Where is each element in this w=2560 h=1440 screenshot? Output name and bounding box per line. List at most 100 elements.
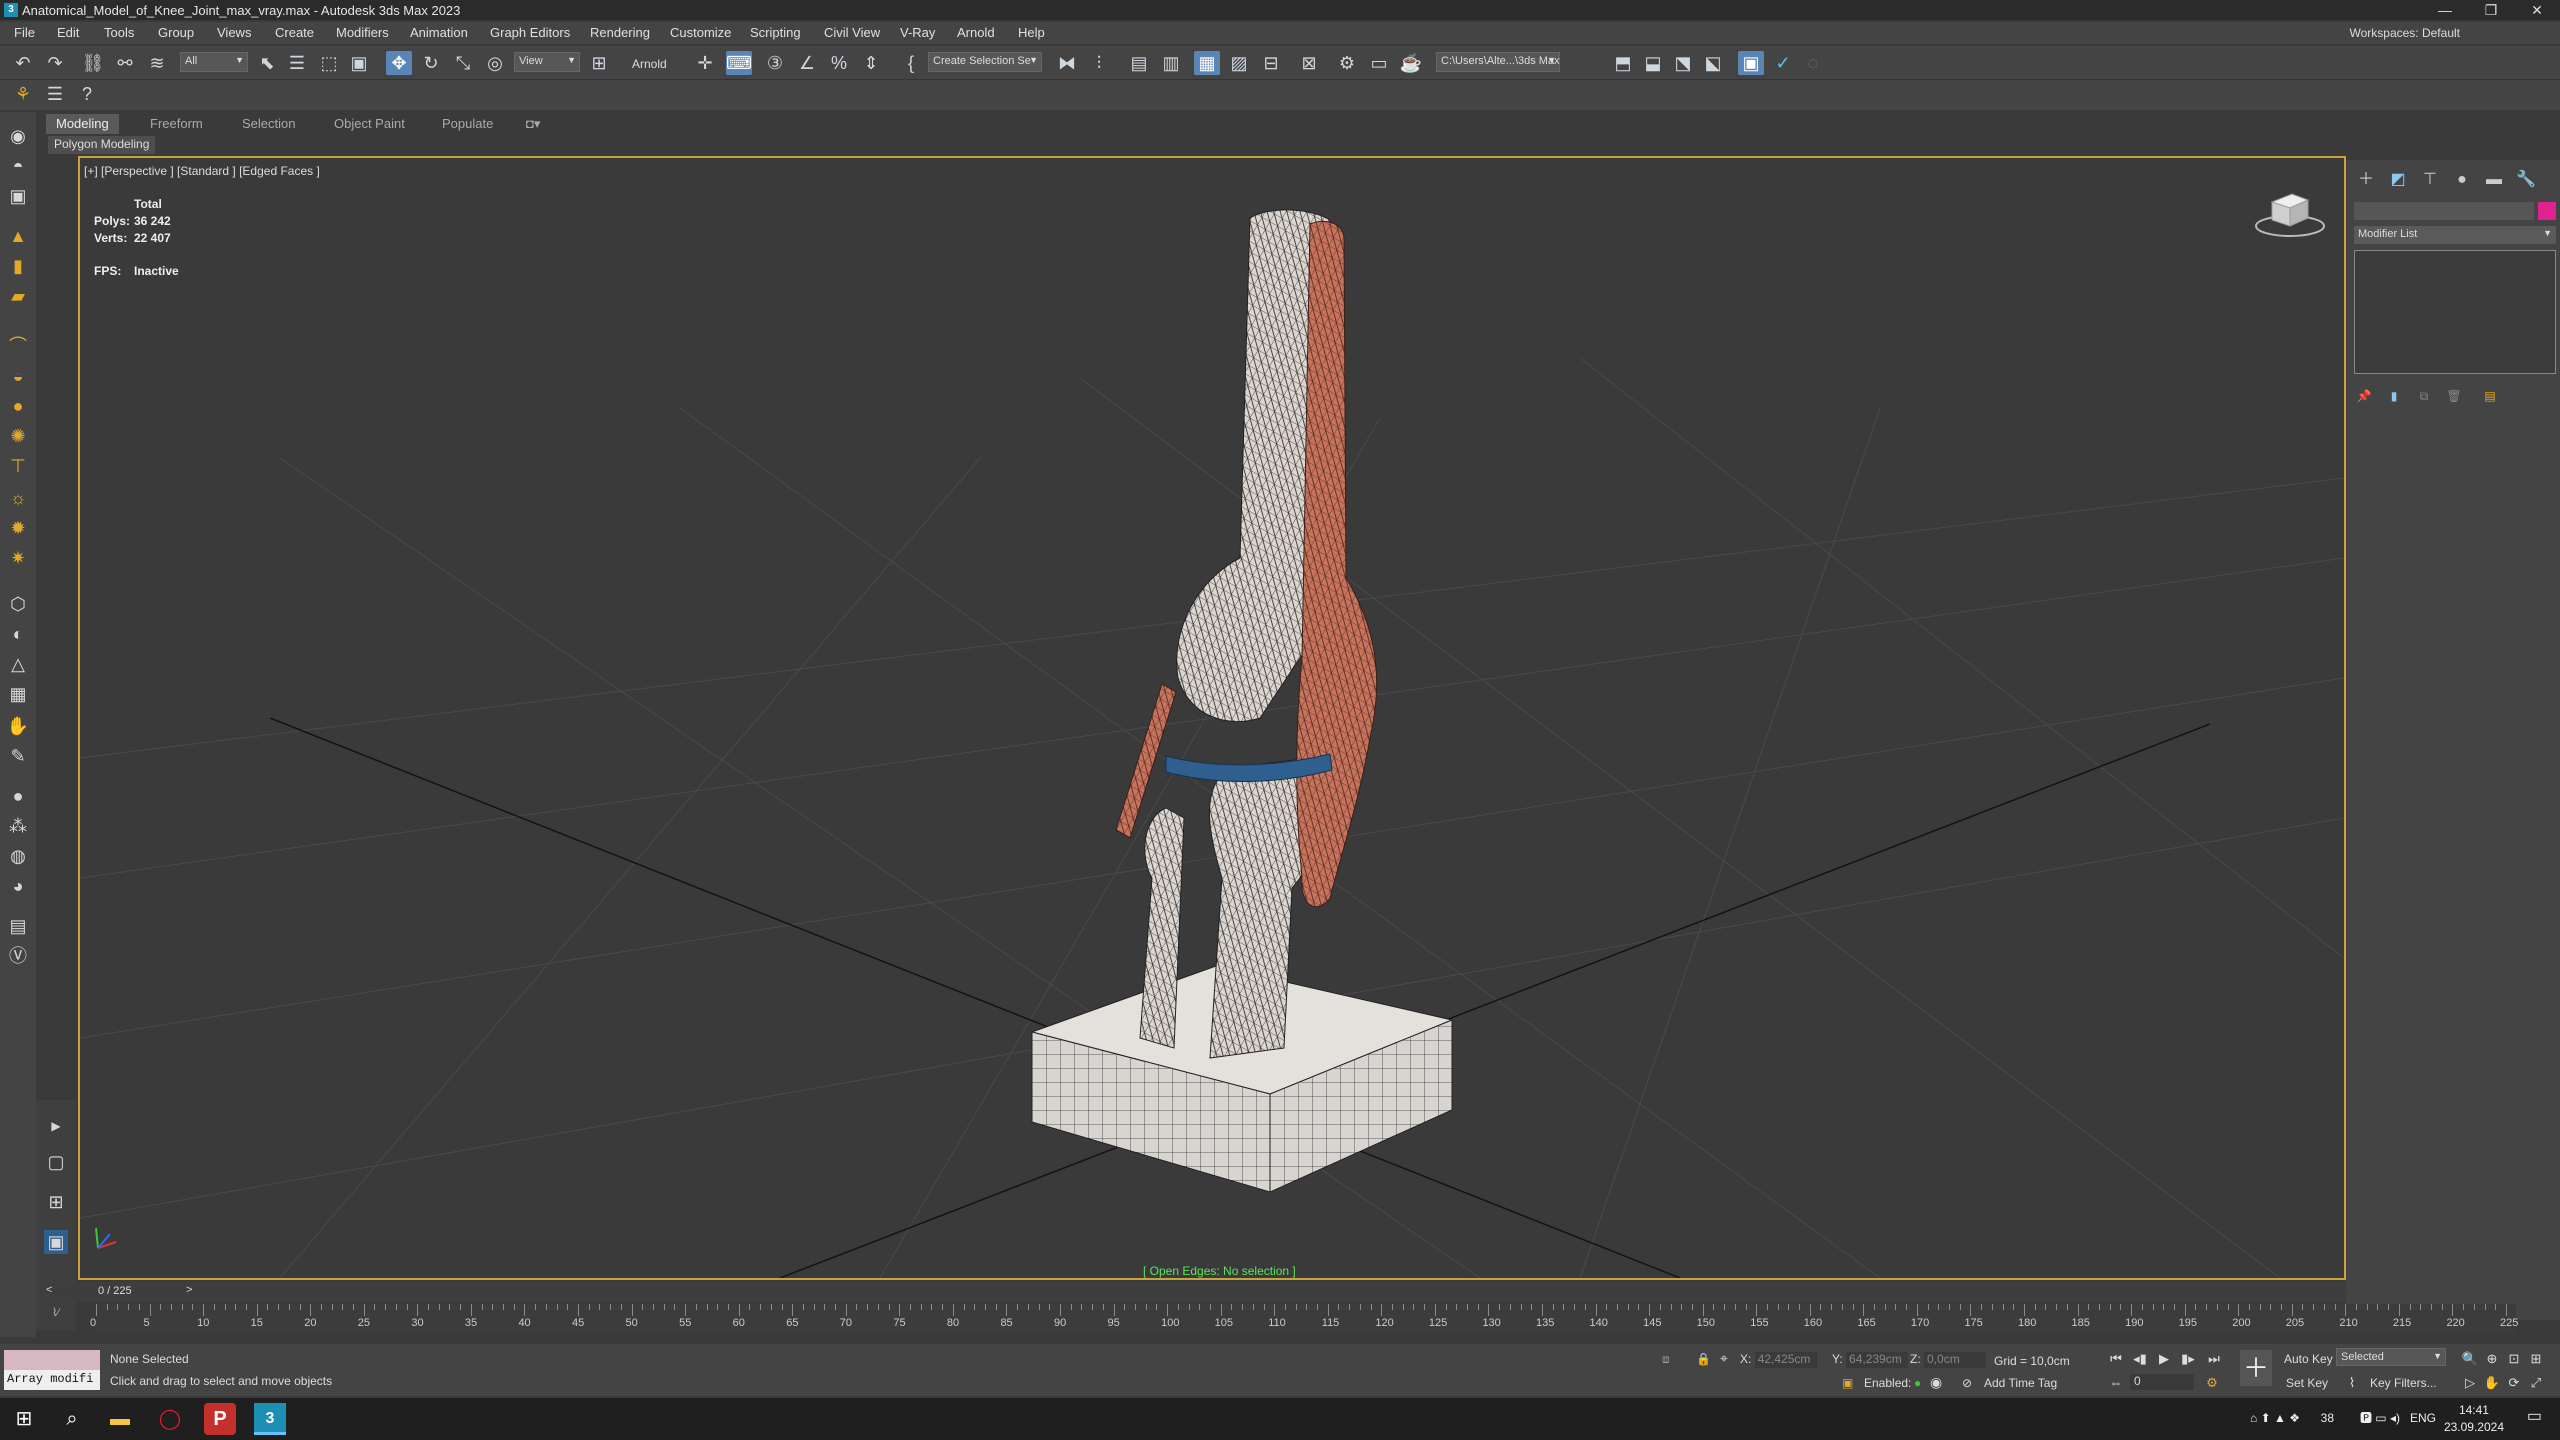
key-filters-icon[interactable]: ⌇ [2342, 1374, 2362, 1392]
opera-icon[interactable]: ◯ [150, 1403, 190, 1435]
vray-logo-icon[interactable]: Ⓥ [6, 944, 30, 968]
tab-object-paint[interactable]: Object Paint [324, 114, 415, 134]
menu-scripting[interactable]: Scripting [750, 25, 801, 40]
sky-icon[interactable]: ✷ [6, 546, 30, 570]
layout-quad-icon[interactable]: ⊞ [44, 1190, 68, 1214]
tab-freeform[interactable]: Freeform [140, 114, 213, 134]
track-bar[interactable]: 0 5 10 15 20 25 30 35 40 45 50 55 60 65 70 75 80 85 90 95 10… [90, 1304, 2518, 1334]
fov-icon[interactable]: ▷ [2460, 1374, 2480, 1392]
material-sphere-icon[interactable]: ● [6, 784, 30, 808]
orbit-icon[interactable]: ⟳ [2504, 1374, 2524, 1392]
menu-group[interactable]: Group [158, 25, 194, 40]
add-time-tag[interactable]: Add Time Tag [1984, 1376, 2057, 1390]
unlink-icon[interactable]: ⚯ [112, 51, 138, 75]
zoom-icon[interactable]: 🔍 [2460, 1350, 2480, 1368]
mirror-icon[interactable]: ⧓ [1054, 51, 1080, 75]
bind-space-warp-icon[interactable]: ≋ [144, 51, 170, 75]
vray-frame-buffer-icon[interactable]: ▣ [1738, 51, 1764, 75]
keyboard-shortcut-toggle-icon[interactable]: ⌨ [726, 51, 752, 75]
spotlight-icon[interactable]: ⊤ [6, 454, 30, 478]
clock[interactable]: 14:41 23.09.2024 [2444, 1402, 2504, 1436]
menu-icon[interactable]: ☰ [42, 82, 68, 106]
save-file-icon[interactable]: ⬓ [1640, 51, 1666, 75]
make-unique-icon[interactable]: ⧉ [2412, 384, 2436, 408]
select-rotate-icon[interactable]: ↻ [418, 51, 444, 75]
camera-icon[interactable]: ▰ [6, 284, 30, 308]
menu-civil-view[interactable]: Civil View [824, 25, 880, 40]
rect-selection-icon[interactable]: ⬚ [316, 51, 342, 75]
motion-tab-icon[interactable]: ● [2450, 168, 2474, 192]
omni-light-icon[interactable]: ☼ [6, 486, 30, 510]
render-env-icon[interactable]: ◕ [6, 874, 30, 898]
menu-tools[interactable]: Tools [104, 25, 134, 40]
select-by-name-icon[interactable]: ☰ [284, 51, 310, 75]
tape-icon[interactable]: △ [6, 652, 30, 676]
notification-icon[interactable]: ▭ [2527, 1408, 2542, 1425]
menu-graph-editors[interactable]: Graph Editors [490, 25, 570, 40]
align-icon[interactable]: ⫶ [1086, 51, 1112, 75]
link-icon[interactable]: ⛓ [80, 51, 106, 75]
tray-status-icons[interactable]: 🅿 ▭ ◂) [2360, 1410, 2400, 1427]
object-color-swatch[interactable] [2538, 202, 2556, 220]
toggle-ribbon-icon[interactable]: ▦ [1194, 51, 1220, 75]
previous-frame-icon[interactable]: ◂▮ [2130, 1350, 2150, 1368]
modify-tab-icon[interactable]: ◩ [2386, 168, 2410, 192]
ribbon-options-icon[interactable]: ◘▾ [516, 114, 550, 134]
render-setup-icon[interactable]: ⚙ [1334, 51, 1360, 75]
disc-icon[interactable]: ● [6, 394, 30, 418]
cone-icon[interactable]: ▲ [6, 224, 30, 248]
menu-edit[interactable]: Edit [57, 25, 79, 40]
next-frame-arrow-icon[interactable]: > [186, 1284, 192, 1296]
import-icon[interactable]: ⬔ [1670, 51, 1696, 75]
zoom-all-icon[interactable]: ⊕ [2482, 1350, 2502, 1368]
current-frame-field[interactable]: 0 [2130, 1374, 2194, 1390]
next-frame-icon[interactable]: ▮▸ [2178, 1350, 2198, 1368]
y-field[interactable]: 64,239cm [1846, 1352, 1909, 1368]
close-button[interactable]: ✕ [2514, 0, 2560, 20]
modifier-list-dropdown[interactable]: Modifier List ▼ [2354, 226, 2556, 244]
menu-customize[interactable]: Customize [670, 25, 731, 40]
language-indicator[interactable]: ENG [2410, 1410, 2436, 1427]
reference-coord-dropdown[interactable]: View ▼ [514, 52, 580, 72]
percent-snap-icon[interactable]: % [826, 51, 852, 75]
selection-filter-dropdown[interactable]: All ▼ [180, 52, 248, 72]
scene-explorer-icon[interactable]: ▤ [1126, 51, 1152, 75]
zoom-extents-all-icon[interactable]: ⊞ [2526, 1350, 2546, 1368]
manipulate-icon[interactable]: ✛ [692, 51, 718, 75]
remove-modifier-icon[interactable]: 🗑 [2442, 384, 2466, 408]
perspective-viewport[interactable]: [+] [Perspective ] [Standard ] [Edged Fa… [78, 156, 2346, 1280]
menu-animation[interactable]: Animation [410, 25, 468, 40]
schematic-view-icon[interactable]: ⊟ [1258, 51, 1284, 75]
pin-stack-icon[interactable]: 📌 [2352, 384, 2376, 408]
cube-icon[interactable]: ⬡ [6, 592, 30, 616]
tray-icons[interactable]: ⌂ ⬆ ▲ ❖ [2250, 1410, 2300, 1427]
sun-icon[interactable]: ✹ [6, 516, 30, 540]
workspaces-selector[interactable]: Workspaces: Default [2349, 26, 2460, 40]
angle-snap-icon[interactable]: ∠ [794, 51, 820, 75]
prev-frame-arrow-icon[interactable]: < [46, 1284, 52, 1296]
menu-vray[interactable]: V-Ray [900, 25, 935, 40]
modifier-stack[interactable] [2354, 250, 2556, 374]
polygon-modeling-panel[interactable]: Polygon Modeling [48, 136, 156, 154]
spinner-snap-icon[interactable]: ⇕ [858, 51, 884, 75]
vray-toggle-icon[interactable]: ◌ [1800, 51, 1826, 75]
brush-icon[interactable]: ✎ [6, 744, 30, 768]
go-to-start-icon[interactable]: ⏮ [2106, 1350, 2126, 1368]
check-icon[interactable]: ✓ [1770, 51, 1796, 75]
snaps-toggle-icon[interactable]: ③ [762, 51, 788, 75]
help-icon[interactable]: ? [74, 82, 100, 106]
scene-tools-icon[interactable]: ⚘ [10, 82, 36, 106]
layer-explorer-icon[interactable]: ▥ [1158, 51, 1184, 75]
grid-icon[interactable]: ▦ [6, 682, 30, 706]
tag-icon[interactable]: ⊘ [1962, 1376, 1972, 1390]
redo-icon[interactable]: ↷ [42, 51, 68, 75]
adaptive-degradation-icon[interactable]: ▣ [1842, 1376, 1853, 1390]
layout-active-icon[interactable]: ▣ [44, 1230, 68, 1254]
select-move-icon[interactable]: ✥ [386, 51, 412, 75]
show-end-result-icon[interactable]: ▮ [2382, 384, 2406, 408]
render-production-icon[interactable]: ☕ [1398, 51, 1424, 75]
select-object-icon[interactable]: ⬉ [254, 51, 280, 75]
placement-icon[interactable]: ◎ [482, 51, 508, 75]
maxscript-listener-mini[interactable] [4, 1350, 100, 1370]
menu-create[interactable]: Create [275, 25, 314, 40]
